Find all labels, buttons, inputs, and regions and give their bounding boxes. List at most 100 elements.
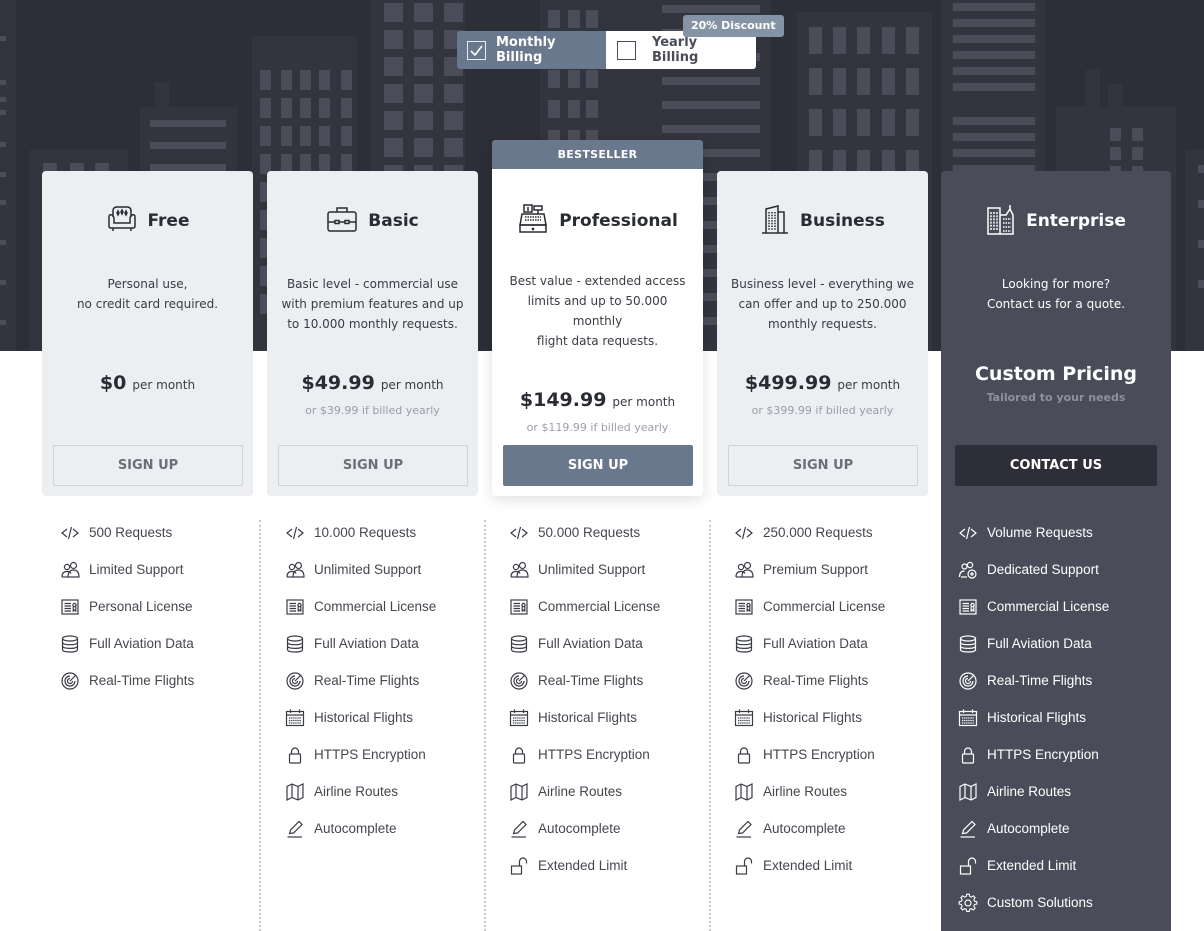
skyline-window: [882, 68, 895, 95]
pencil-icon: [508, 818, 530, 840]
plan-description-line: no credit card required.: [76, 297, 219, 311]
skyline-window: [953, 117, 1035, 125]
skyline-window: [300, 98, 311, 118]
code-icon: [284, 522, 306, 544]
skyline-window: [0, 280, 6, 285]
unlock-icon: [733, 855, 755, 877]
plan-description-line: with premium features and up: [281, 297, 464, 311]
feature-label: Commercial License: [763, 599, 886, 614]
plan-card-professional: BESTSELLER Professional Best value - ext…: [492, 140, 703, 496]
sign-up-button-basic[interactable]: SIGN UP: [278, 445, 468, 486]
skyline-window: [809, 27, 822, 54]
yearly-billing-label: Yearly Billing: [652, 35, 699, 65]
pencil-icon: [957, 818, 979, 840]
radar-icon: [508, 670, 530, 692]
feature-item: Full Aviation Data: [733, 625, 885, 662]
plan-description-line: to 10.000 monthly requests.: [287, 317, 458, 331]
skyline-window: [1132, 147, 1143, 160]
feature-item: Extended Limit: [957, 847, 1109, 884]
skyline-window: [300, 126, 311, 146]
database-icon: [59, 633, 81, 655]
feature-list-professional: 50.000 Requests Unlimited Support Commerci…: [508, 514, 660, 884]
skyline-window: [414, 57, 433, 76]
price-period: per month: [380, 378, 444, 392]
feature-label: Historical Flights: [987, 710, 1087, 725]
feature-label: Full Aviation Data: [538, 636, 643, 651]
skyline-window: [414, 111, 433, 130]
users-icon: [508, 559, 530, 581]
plan-name: Business: [800, 211, 885, 231]
feature-label: Airline Routes: [538, 784, 623, 799]
feature-item: Extended Limit: [733, 847, 885, 884]
users-icon: [284, 559, 306, 581]
code-icon: [733, 522, 755, 544]
bestseller-ribbon: BESTSELLER: [492, 140, 703, 169]
feature-label: Volume Requests: [987, 525, 1093, 540]
feature-label: 50.000 Requests: [538, 525, 641, 540]
skyline-window: [568, 10, 580, 28]
plan-description-line: can offer and up to 250.000: [738, 297, 907, 311]
skyline-window: [384, 3, 403, 22]
skyline-window: [833, 68, 846, 95]
feature-item: Limited Support: [59, 551, 194, 588]
checkbox-unchecked-icon[interactable]: [617, 40, 636, 60]
feature-label: HTTPS Encryption: [314, 747, 426, 762]
skyline-window: [444, 3, 463, 22]
feature-list-basic: 10.000 Requests Unlimited Support Commerci…: [284, 514, 436, 847]
plan-description-line: Personal use,: [107, 277, 188, 291]
feature-item: Real-Time Flights: [733, 662, 885, 699]
plan-description-line: Best value - extended access: [509, 274, 686, 288]
plan-price: $499.99: [744, 372, 832, 394]
feature-item: 250.000 Requests: [733, 514, 885, 551]
skyline-window: [260, 70, 271, 90]
feature-label: Autocomplete: [314, 821, 397, 836]
plan-name: Professional: [559, 211, 678, 231]
skyline-building: [1185, 150, 1204, 351]
feature-label: Full Aviation Data: [763, 636, 868, 651]
skyline-window: [953, 67, 1035, 75]
plan-description-line: monthly requests.: [768, 317, 877, 331]
lock-icon: [733, 744, 755, 766]
checkbox-checked-icon[interactable]: [467, 40, 486, 60]
calendar-icon: [733, 707, 755, 729]
feature-item: Autocomplete: [957, 810, 1109, 847]
feature-label: Custom Solutions: [987, 895, 1093, 910]
skyline-window: [953, 83, 1035, 91]
feature-label: HTTPS Encryption: [763, 747, 875, 762]
skyline-window: [662, 77, 760, 85]
sign-up-button-business[interactable]: SIGN UP: [728, 445, 918, 486]
calendar-icon: [508, 707, 530, 729]
skyline-window: [444, 138, 463, 157]
code-icon: [508, 522, 530, 544]
skyline-window: [833, 109, 846, 136]
feature-label: Full Aviation Data: [89, 636, 194, 651]
monthly-billing-option[interactable]: Monthly Billing: [457, 31, 606, 69]
skyline-window: [414, 3, 433, 22]
license-icon: [284, 596, 306, 618]
skyline-window: [260, 98, 271, 118]
feature-label: Commercial License: [987, 599, 1110, 614]
skyline-window: [384, 138, 403, 157]
column-divider: [259, 520, 261, 931]
unlock-icon: [957, 855, 979, 877]
skyscrapers-icon: [986, 203, 1016, 239]
skyline-window: [662, 5, 760, 13]
lock-icon: [508, 744, 530, 766]
sign-up-button-professional[interactable]: SIGN UP: [503, 445, 693, 486]
plan-price: $149.99: [519, 389, 607, 411]
price-period: per month: [132, 378, 196, 392]
price-period: per month: [837, 378, 901, 392]
feature-label: HTTPS Encryption: [538, 747, 650, 762]
feature-item: Custom Solutions: [957, 884, 1109, 921]
contact-us-button[interactable]: CONTACT US: [955, 445, 1157, 486]
feature-label: Airline Routes: [314, 784, 399, 799]
plan-description: Looking for more? Contact us for a quote…: [964, 274, 1149, 314]
skyline-window: [281, 70, 292, 90]
sign-up-button-free[interactable]: SIGN UP: [53, 445, 243, 486]
plan-description-line: Basic level - commercial use: [286, 277, 459, 291]
skyline-window: [953, 133, 1035, 141]
skyline-window: [1198, 200, 1204, 208]
license-icon: [733, 596, 755, 618]
skyline-window: [281, 126, 292, 146]
skyline-window: [150, 164, 226, 171]
